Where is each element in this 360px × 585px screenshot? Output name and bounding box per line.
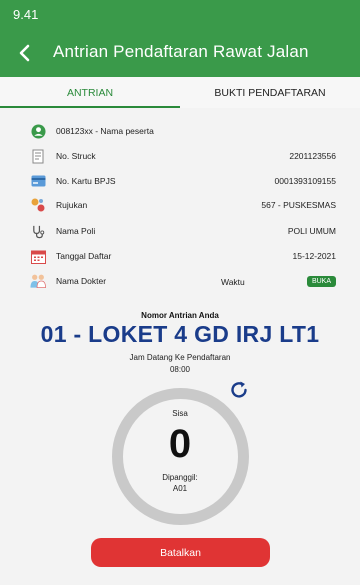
struck-label: No. Struck [56, 151, 96, 161]
refresh-button[interactable] [228, 379, 250, 401]
tab-antrian[interactable]: ANTRIAN [0, 77, 180, 108]
bpjs-value: 0001393109155 [274, 176, 336, 186]
poli-value: POLI UMUM [287, 226, 336, 236]
user-circle-icon [30, 123, 46, 139]
arrival-time-label: Jam Datang Ke Pendaftaran [129, 353, 231, 362]
main-content: 008123xx - Nama peserta No. Struck 22011… [0, 108, 360, 585]
doctor-icon [30, 273, 46, 289]
receipt-icon [30, 148, 46, 164]
remaining-count: 0 [168, 422, 192, 466]
peserta-label: 008123xx - Nama peserta [56, 126, 154, 136]
cancel-button[interactable]: Batalkan [91, 538, 270, 567]
info-row-struck: No. Struck 2201123556 [30, 148, 336, 164]
tanggal-label: Tanggal Daftar [56, 251, 112, 261]
calendar-icon [30, 248, 46, 264]
rujukan-value: 567 - PUSKESMAS [261, 200, 336, 210]
refresh-icon [231, 381, 247, 398]
tab-bukti-pendaftaran[interactable]: BUKTI PENDAFTARAN [180, 77, 360, 108]
stethoscope-icon [30, 223, 46, 239]
tanggal-value: 15-12-2021 [292, 251, 336, 261]
status-time: 9.41 [13, 7, 39, 22]
info-row-poli: Nama Poli POLI UMUM [30, 223, 336, 239]
referral-icon [30, 197, 46, 213]
arrival-time-value: 08:00 [169, 365, 191, 374]
waktu-label: Waktu [221, 277, 245, 287]
queue-number-label: Nomor Antrian Anda [141, 311, 219, 320]
rujukan-label: Rujukan [56, 200, 88, 210]
info-row-tanggal: Tanggal Daftar 15-12-2021 [30, 248, 336, 264]
queue-number: 01 - LOKET 4 GD IRJ LT1 [40, 321, 320, 347]
tab-bar: ANTRIAN BUKTI PENDAFTARAN [0, 77, 360, 108]
info-row-bpjs: No. Kartu BPJS 0001393109155 [30, 173, 336, 189]
remaining-label: Sisa [172, 409, 188, 418]
page-title: Antrian Pendaftaran Rawat Jalan [53, 42, 309, 61]
called-value: A01 [172, 484, 188, 493]
app-header: 9.41 Antrian Pendaftaran Rawat Jalan [0, 0, 360, 77]
info-row-rujukan: Rujukan 567 - PUSKESMAS [30, 197, 336, 213]
card-icon [30, 173, 46, 189]
back-arrow-icon [19, 44, 30, 62]
called-label: Dipanggil: [162, 473, 198, 482]
poli-label: Nama Poli [56, 226, 96, 236]
info-row-peserta: 008123xx - Nama peserta [30, 123, 336, 139]
info-row-dokter: Nama Dokter [30, 273, 336, 289]
struck-value: 2201123556 [289, 151, 336, 161]
dokter-label: Nama Dokter [56, 276, 107, 286]
status-badge: BUKA [306, 276, 336, 287]
back-button[interactable] [10, 38, 40, 68]
bpjs-label: No. Kartu BPJS [56, 176, 116, 186]
